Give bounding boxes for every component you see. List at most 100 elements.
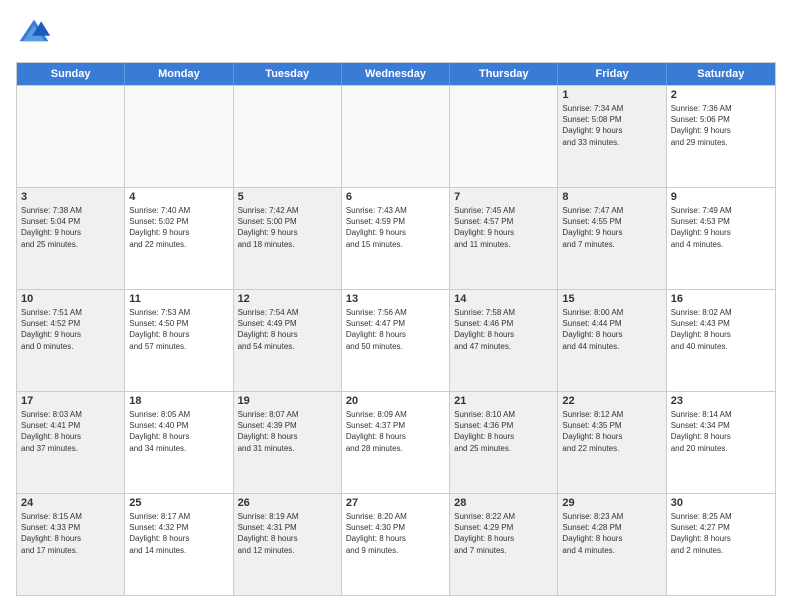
day-info: Sunrise: 7:54 AM Sunset: 4:49 PM Dayligh… (238, 307, 337, 352)
cal-row-2: 10Sunrise: 7:51 AM Sunset: 4:52 PM Dayli… (17, 289, 775, 391)
cal-cell: 26 Sunrise: 8:19 AM Sunset: 4:31 PM Dayli… (234, 494, 342, 595)
day-info: Sunrise: 8:23 AM Sunset: 4:28 PM Dayligh… (562, 511, 661, 556)
cal-cell (125, 86, 233, 187)
day-info: Sunrise: 7:40 AM Sunset: 5:02 PM Dayligh… (129, 205, 228, 250)
day-info: Sunrise: 8:12 AM Sunset: 4:35 PM Dayligh… (562, 409, 661, 454)
header-day-tuesday: Tuesday (234, 63, 342, 85)
cal-cell: 18 Sunrise: 8:05 AM Sunset: 4:40 PM Dayli… (125, 392, 233, 493)
day-info: Sunrise: 7:45 AM Sunset: 4:57 PM Dayligh… (454, 205, 553, 250)
day-number: 15 (562, 293, 661, 305)
cal-cell: 24 Sunrise: 8:15 AM Sunset: 4:33 PM Dayli… (17, 494, 125, 595)
day-info: Sunrise: 7:56 AM Sunset: 4:47 PM Dayligh… (346, 307, 445, 352)
cal-cell: 20 Sunrise: 8:09 AM Sunset: 4:37 PM Dayli… (342, 392, 450, 493)
header-day-thursday: Thursday (450, 63, 558, 85)
day-info: Sunrise: 7:53 AM Sunset: 4:50 PM Dayligh… (129, 307, 228, 352)
cal-cell: 30 Sunrise: 8:25 AM Sunset: 4:27 PM Dayli… (667, 494, 775, 595)
day-number: 11 (129, 293, 228, 305)
day-info: Sunrise: 8:15 AM Sunset: 4:33 PM Dayligh… (21, 511, 120, 556)
day-number: 30 (671, 497, 771, 509)
day-number: 22 (562, 395, 661, 407)
day-number: 5 (238, 191, 337, 203)
cal-cell (17, 86, 125, 187)
header-day-saturday: Saturday (667, 63, 775, 85)
cal-cell: 1 Sunrise: 7:34 AM Sunset: 5:08 PM Daylig… (558, 86, 666, 187)
day-info: Sunrise: 7:38 AM Sunset: 5:04 PM Dayligh… (21, 205, 120, 250)
day-info: Sunrise: 8:14 AM Sunset: 4:34 PM Dayligh… (671, 409, 771, 454)
cal-cell: 22 Sunrise: 8:12 AM Sunset: 4:35 PM Dayli… (558, 392, 666, 493)
day-info: Sunrise: 7:47 AM Sunset: 4:55 PM Dayligh… (562, 205, 661, 250)
calendar: SundayMondayTuesdayWednesdayThursdayFrid… (16, 62, 776, 596)
day-info: Sunrise: 8:02 AM Sunset: 4:43 PM Dayligh… (671, 307, 771, 352)
cal-cell: 11 Sunrise: 7:53 AM Sunset: 4:50 PM Dayli… (125, 290, 233, 391)
cal-cell: 13 Sunrise: 7:56 AM Sunset: 4:47 PM Dayli… (342, 290, 450, 391)
cal-cell: 19Sunrise: 8:07 AM Sunset: 4:39 PM Dayli… (234, 392, 342, 493)
day-info: Sunrise: 8:00 AM Sunset: 4:44 PM Dayligh… (562, 307, 661, 352)
cal-row-0: 1 Sunrise: 7:34 AM Sunset: 5:08 PM Daylig… (17, 85, 775, 187)
day-number: 13 (346, 293, 445, 305)
day-number: 20 (346, 395, 445, 407)
cal-cell: 2Sunrise: 7:36 AM Sunset: 5:06 PM Daylig… (667, 86, 775, 187)
day-number: 28 (454, 497, 553, 509)
cal-cell: 15 Sunrise: 8:00 AM Sunset: 4:44 PM Dayli… (558, 290, 666, 391)
header-day-friday: Friday (558, 63, 666, 85)
logo-icon (16, 16, 52, 52)
cal-cell (450, 86, 558, 187)
day-number: 24 (21, 497, 120, 509)
calendar-header: SundayMondayTuesdayWednesdayThursdayFrid… (17, 63, 775, 85)
day-number: 3 (21, 191, 120, 203)
day-number: 14 (454, 293, 553, 305)
cal-cell (234, 86, 342, 187)
day-number: 27 (346, 497, 445, 509)
header-day-wednesday: Wednesday (342, 63, 450, 85)
day-number: 7 (454, 191, 553, 203)
cal-cell: 9Sunrise: 7:49 AM Sunset: 4:53 PM Daylig… (667, 188, 775, 289)
cal-cell: 12 Sunrise: 7:54 AM Sunset: 4:49 PM Dayli… (234, 290, 342, 391)
day-info: Sunrise: 8:09 AM Sunset: 4:37 PM Dayligh… (346, 409, 445, 454)
day-number: 12 (238, 293, 337, 305)
cal-cell: 8Sunrise: 7:47 AM Sunset: 4:55 PM Daylig… (558, 188, 666, 289)
day-number: 4 (129, 191, 228, 203)
day-number: 17 (21, 395, 120, 407)
day-info: Sunrise: 8:03 AM Sunset: 4:41 PM Dayligh… (21, 409, 120, 454)
cal-cell: 17 Sunrise: 8:03 AM Sunset: 4:41 PM Dayli… (17, 392, 125, 493)
cal-row-4: 24 Sunrise: 8:15 AM Sunset: 4:33 PM Dayli… (17, 493, 775, 595)
cal-cell: 10Sunrise: 7:51 AM Sunset: 4:52 PM Dayli… (17, 290, 125, 391)
header-day-monday: Monday (125, 63, 233, 85)
day-number: 18 (129, 395, 228, 407)
day-info: Sunrise: 8:07 AM Sunset: 4:39 PM Dayligh… (238, 409, 337, 454)
day-number: 2 (671, 89, 771, 101)
day-info: Sunrise: 8:25 AM Sunset: 4:27 PM Dayligh… (671, 511, 771, 556)
day-info: Sunrise: 7:34 AM Sunset: 5:08 PM Dayligh… (562, 103, 661, 148)
cal-cell: 14 Sunrise: 7:58 AM Sunset: 4:46 PM Dayli… (450, 290, 558, 391)
header (16, 16, 776, 52)
cal-cell: 28Sunrise: 8:22 AM Sunset: 4:29 PM Dayli… (450, 494, 558, 595)
day-info: Sunrise: 7:58 AM Sunset: 4:46 PM Dayligh… (454, 307, 553, 352)
day-info: Sunrise: 8:19 AM Sunset: 4:31 PM Dayligh… (238, 511, 337, 556)
day-number: 21 (454, 395, 553, 407)
cal-cell: 6Sunrise: 7:43 AM Sunset: 4:59 PM Daylig… (342, 188, 450, 289)
cal-row-1: 3 Sunrise: 7:38 AM Sunset: 5:04 PM Daylig… (17, 187, 775, 289)
cal-cell: 21 Sunrise: 8:10 AM Sunset: 4:36 PM Dayli… (450, 392, 558, 493)
day-info: Sunrise: 8:17 AM Sunset: 4:32 PM Dayligh… (129, 511, 228, 556)
day-number: 25 (129, 497, 228, 509)
day-number: 10 (21, 293, 120, 305)
day-info: Sunrise: 8:05 AM Sunset: 4:40 PM Dayligh… (129, 409, 228, 454)
cal-cell (342, 86, 450, 187)
cal-row-3: 17 Sunrise: 8:03 AM Sunset: 4:41 PM Dayli… (17, 391, 775, 493)
cal-cell: 25 Sunrise: 8:17 AM Sunset: 4:32 PM Dayli… (125, 494, 233, 595)
header-day-sunday: Sunday (17, 63, 125, 85)
day-number: 29 (562, 497, 661, 509)
day-number: 9 (671, 191, 771, 203)
day-number: 26 (238, 497, 337, 509)
logo (16, 16, 56, 52)
day-number: 1 (562, 89, 661, 101)
day-info: Sunrise: 8:10 AM Sunset: 4:36 PM Dayligh… (454, 409, 553, 454)
cal-cell: 4 Sunrise: 7:40 AM Sunset: 5:02 PM Daylig… (125, 188, 233, 289)
page: SundayMondayTuesdayWednesdayThursdayFrid… (0, 0, 792, 612)
cal-cell: 27Sunrise: 8:20 AM Sunset: 4:30 PM Dayli… (342, 494, 450, 595)
cal-cell: 16Sunrise: 8:02 AM Sunset: 4:43 PM Dayli… (667, 290, 775, 391)
cal-cell: 3 Sunrise: 7:38 AM Sunset: 5:04 PM Daylig… (17, 188, 125, 289)
day-number: 6 (346, 191, 445, 203)
cal-cell: 7 Sunrise: 7:45 AM Sunset: 4:57 PM Daylig… (450, 188, 558, 289)
cal-cell: 23Sunrise: 8:14 AM Sunset: 4:34 PM Dayli… (667, 392, 775, 493)
